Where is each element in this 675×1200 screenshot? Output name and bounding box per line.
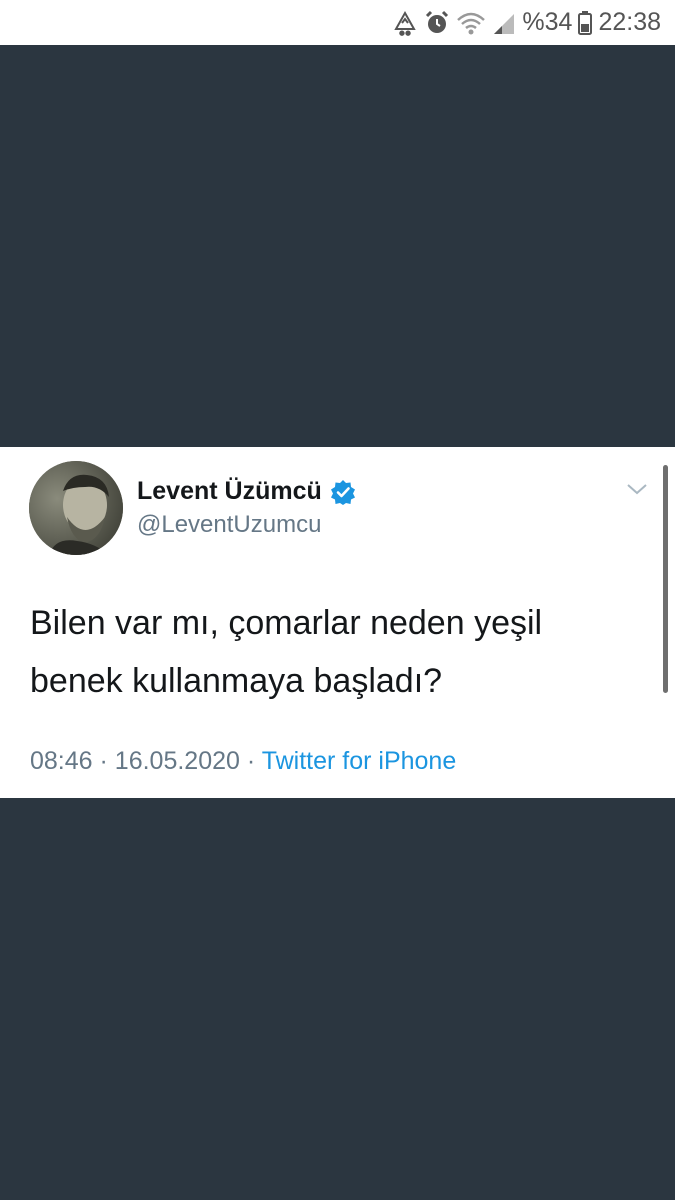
chevron-down-icon[interactable]	[625, 481, 649, 497]
meta-separator: ·	[246, 747, 256, 775]
svg-text:●●: ●●	[399, 29, 411, 36]
alarm-icon	[424, 10, 450, 36]
tweet-text: Bilen var mı, çomarlar neden yeşil benek…	[30, 594, 630, 710]
recycle-icon: ●●	[392, 10, 418, 36]
battery-icon	[578, 10, 593, 36]
tweet-text-line: Bilen var mı, çomarlar neden yeşil	[30, 604, 543, 642]
clock: 22:38	[598, 8, 661, 36]
wifi-icon	[456, 10, 486, 36]
status-bar: ●● %34 22:38	[0, 0, 675, 45]
author-name[interactable]: Levent Üzümcü	[137, 477, 322, 506]
tweet-source-link[interactable]: Twitter for iPhone	[262, 747, 457, 775]
verified-badge-icon	[330, 479, 356, 505]
avatar[interactable]	[29, 461, 123, 555]
tweet-text-line: benek kullanmaya başladı?	[30, 662, 443, 700]
scrollbar[interactable]	[663, 465, 668, 693]
signal-icon	[492, 10, 516, 36]
tweet-time[interactable]: 08:46	[30, 747, 93, 775]
meta-separator: ·	[99, 747, 108, 775]
battery-percent: %34	[522, 8, 573, 36]
tweet-date[interactable]: 16.05.2020	[115, 747, 240, 775]
author-handle[interactable]: @LeventUzumcu	[137, 511, 321, 539]
author-name-row[interactable]: Levent Üzümcü	[137, 477, 356, 506]
tweet-card[interactable]: Levent Üzümcü @LeventUzumcu Bilen var mı…	[0, 447, 675, 798]
dark-background-bottom	[0, 798, 675, 1200]
tweet-meta: 08:46 · 16.05.2020 · Twitter for iPhone	[30, 747, 456, 776]
dark-background-top	[0, 45, 675, 447]
status-icons: ●● %34 22:38	[392, 0, 661, 45]
